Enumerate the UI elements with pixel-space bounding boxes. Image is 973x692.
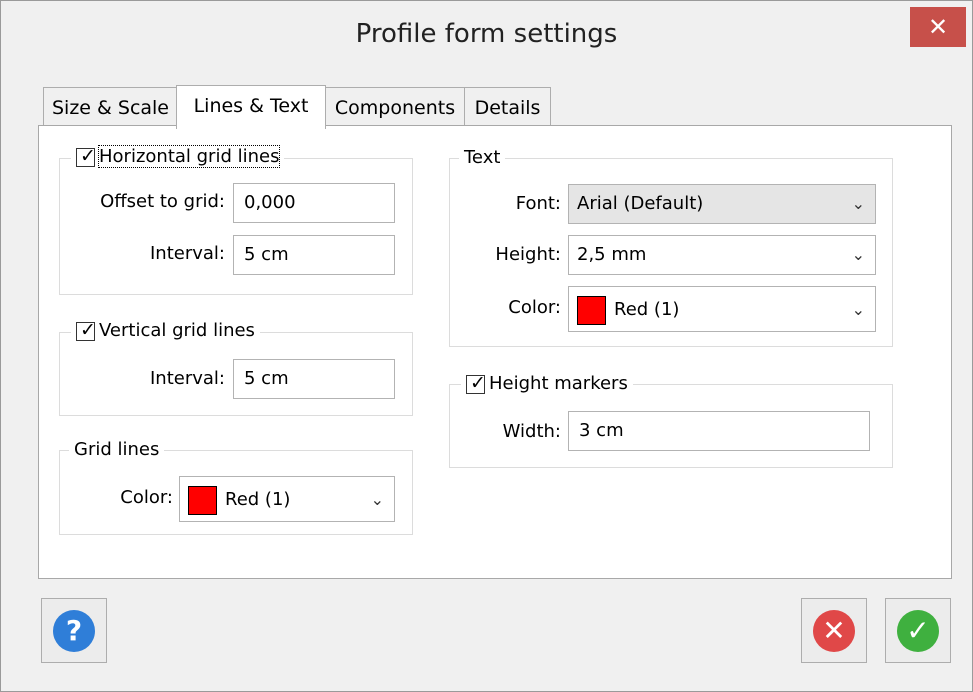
cancel-button[interactable]: ✕ xyxy=(801,598,867,663)
grid-lines-legend: Grid lines xyxy=(69,437,165,463)
tab-label: Details xyxy=(474,97,541,119)
dialog-window: Profile form settings ✕ Size & Scale Lin… xyxy=(0,0,973,692)
checkbox-label: Height markers xyxy=(489,373,628,394)
width-label: Width: xyxy=(502,421,561,442)
tab-details[interactable]: Details xyxy=(464,87,551,127)
tab-label: Components xyxy=(334,97,456,119)
font-label: Font: xyxy=(515,193,561,214)
checkbox-label: Vertical grid lines xyxy=(99,320,255,341)
offset-field[interactable]: 0,000 xyxy=(233,183,395,223)
interval-label: Interval: xyxy=(150,368,225,389)
width-field[interactable]: 3 cm xyxy=(568,411,870,451)
tab-panel-lines-text: ✓ Horizontal grid lines Offset to grid: 0… xyxy=(38,125,952,579)
color-swatch xyxy=(577,295,606,325)
text-legend: Text xyxy=(459,145,506,171)
text-height-value: 2,5 mm xyxy=(577,244,647,265)
checkbox[interactable]: ✓ xyxy=(76,319,96,341)
checkmark-icon: ✓ xyxy=(470,371,486,394)
checkbox[interactable]: ✓ xyxy=(76,145,96,167)
checkbox[interactable]: ✓ xyxy=(466,372,486,394)
title-bar: Profile form settings ✕ xyxy=(1,1,972,75)
font-dropdown[interactable]: Arial (Default) ⌄ xyxy=(568,184,876,224)
text-color-dropdown[interactable]: Red (1) ⌄ xyxy=(568,286,876,332)
height-label: Height: xyxy=(495,244,561,265)
tab-label: Size & Scale xyxy=(51,97,169,119)
text-height-dropdown[interactable]: 2,5 mm ⌄ xyxy=(568,235,876,275)
checkmark-icon: ✓ xyxy=(897,610,939,652)
grid-color-label: Color: xyxy=(120,487,173,508)
cancel-icon: ✕ xyxy=(813,610,855,652)
offset-label: Offset to grid: xyxy=(100,191,225,212)
chevron-down-icon: ⌄ xyxy=(851,194,865,213)
checkmark-icon: ✓ xyxy=(80,318,96,341)
grid-color-dropdown[interactable]: Red (1) ⌄ xyxy=(179,476,395,522)
checkbox-label: Horizontal grid lines xyxy=(97,145,281,168)
vertical-interval-field[interactable]: 5 cm xyxy=(233,359,395,399)
tab-label: Lines & Text xyxy=(193,95,309,117)
close-button[interactable]: ✕ xyxy=(910,7,966,47)
window-title: Profile form settings xyxy=(355,19,618,49)
checkmark-icon: ✓ xyxy=(80,144,96,167)
chevron-down-icon: ⌄ xyxy=(370,490,384,509)
height-markers-checkbox[interactable]: ✓ Height markers xyxy=(461,371,633,397)
tab-size-scale[interactable]: Size & Scale xyxy=(43,87,178,127)
chevron-down-icon: ⌄ xyxy=(851,245,865,264)
color-swatch xyxy=(188,485,217,515)
horizontal-grid-checkbox[interactable]: ✓ Horizontal grid lines xyxy=(71,144,285,170)
vertical-grid-checkbox[interactable]: ✓ Vertical grid lines xyxy=(71,318,260,344)
chevron-down-icon: ⌄ xyxy=(851,300,865,319)
interval-label: Interval: xyxy=(150,243,225,264)
text-color-value: Red (1) xyxy=(614,299,680,320)
ok-button[interactable]: ✓ xyxy=(885,598,951,663)
close-icon: ✕ xyxy=(927,13,949,41)
help-button[interactable]: ? xyxy=(41,598,107,663)
horizontal-interval-field[interactable]: 5 cm xyxy=(233,235,395,275)
question-icon: ? xyxy=(53,610,95,652)
text-color-label: Color: xyxy=(508,297,561,318)
tab-lines-text[interactable]: Lines & Text xyxy=(176,85,326,129)
tab-components[interactable]: Components xyxy=(324,87,466,127)
font-value: Arial (Default) xyxy=(577,193,704,214)
grid-color-value: Red (1) xyxy=(225,489,291,510)
